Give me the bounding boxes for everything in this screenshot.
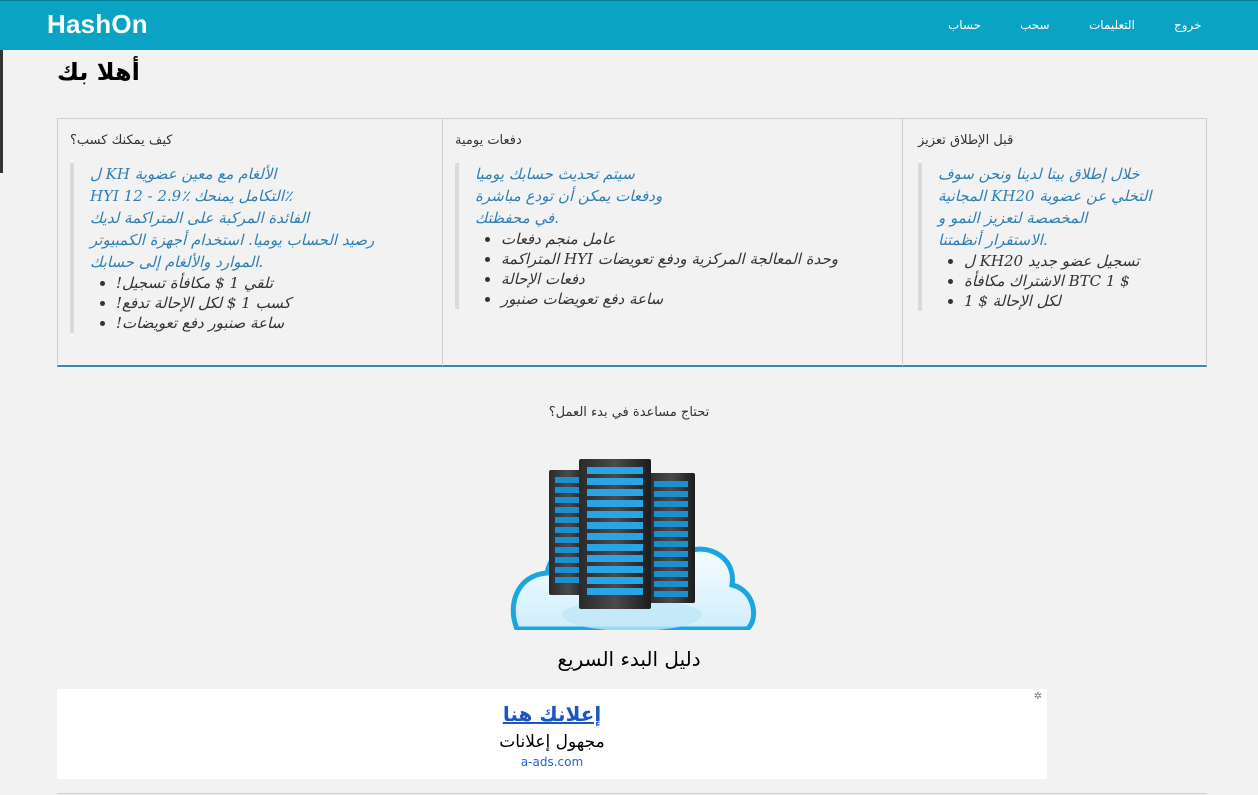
feature-panels: كيف يمكنك كسب؟ ل KH الألغام مع معين عضوي… <box>57 118 1207 367</box>
server-cloud-icon <box>510 459 757 632</box>
quick-start-guide-link[interactable]: دليل البدء السريع <box>0 647 1258 671</box>
panel-bullet-list: ل KHتسجيل عضو جديد 20 الاشتراك مكافأة BT… <box>938 251 1198 311</box>
ad-headline-link[interactable]: إعلانك هنا <box>57 702 1047 726</box>
panel-title: قبل الإطلاق تعزيز <box>918 133 1014 148</box>
list-item: المتراكمة HYI وحدة المعالجة المركزية ودف… <box>501 249 895 269</box>
nav-logout[interactable]: خروج <box>1174 18 1202 32</box>
help-text: تحتاج مساعدة في بدء العمل؟ <box>548 405 710 420</box>
quote-line: رصيد الحساب يوميا. استخدام أجهزة الكمبيو… <box>90 231 375 249</box>
panel-quote: ل KH الألغام مع معين عضوية HYI 12 - 2.9٪… <box>70 163 430 333</box>
top-navbar: HashOn خروج التعليمات سحب حساب <box>0 0 1258 50</box>
cloud-servers-illustration[interactable] <box>507 455 757 632</box>
list-item: !كسب 1 $ لكل الإحالة تدفع <box>116 293 430 313</box>
list-item: دفعات الإحالة <box>501 269 895 289</box>
quote-line: خلال إطلاق بيتا لدينا ونحن سوف <box>938 165 1140 183</box>
quote-line: في محفظتك. <box>475 209 559 227</box>
panel-pre-launch-boost: قبل الإطلاق تعزيز خلال إطلاق بيتا لدينا … <box>903 119 1206 366</box>
panel-title: دفعات يومية <box>455 133 522 148</box>
nav-instructions[interactable]: التعليمات <box>1089 18 1135 32</box>
ad-subline: مجهول إعلانات <box>499 732 605 752</box>
nav-account[interactable]: حساب <box>948 18 981 32</box>
list-item: ل KHتسجيل عضو جديد 20 <box>964 251 1198 271</box>
list-item: !ساعة صنبور دفع تعويضات <box>116 313 430 333</box>
panel-daily-payments: دفعات يومية سيتم تحديث حسابك يوميا ودفعا… <box>443 119 903 366</box>
list-item: الاشتراك مكافأة BTC 1 $ <box>964 271 1198 291</box>
ad-domain-link[interactable]: a-ads.com <box>57 755 1047 769</box>
quote-line: المجانية KHالتخلي عن عضوية 20 <box>938 187 1152 205</box>
panel-bullet-list: عامل منجم دفعات المتراكمة HYI وحدة المعا… <box>475 229 895 309</box>
panel-title: كيف يمكنك كسب؟ <box>70 133 173 148</box>
quote-line: الفائدة المركبة على المتراكمة لديك <box>90 209 310 227</box>
quote-line: المخصصة لتعزيز النمو و <box>938 209 1088 227</box>
list-item: ساعة دفع تعويضات صنبور <box>501 289 895 309</box>
panel-quote: خلال إطلاق بيتا لدينا ونحن سوف المجانية … <box>918 163 1198 311</box>
list-item: لكل الإحالة $ 1 <box>964 291 1198 311</box>
ad-banner[interactable]: ✲ إعلانك هنا مجهول إعلانات a-ads.com <box>57 689 1047 779</box>
quote-line: ودفعات يمكن أن تودع مباشرة <box>475 187 663 205</box>
quote-line: الموارد والألغام إلى حسابك. <box>90 253 264 271</box>
list-item: عامل منجم دفعات <box>501 229 895 249</box>
quote-line: HYI 12 - 2.9٪ التكامل يمنحك٪ <box>90 187 293 205</box>
divider <box>57 793 1207 794</box>
brand-logo-link[interactable]: HashOn <box>47 9 148 40</box>
panel-how-to-earn: كيف يمكنك كسب؟ ل KH الألغام مع معين عضوي… <box>58 119 443 366</box>
quote-line: الاستقرار أنظمتنا. <box>938 231 1048 249</box>
panel-quote: سيتم تحديث حسابك يوميا ودفعات يمكن أن تو… <box>455 163 895 309</box>
panel-bullet-list: !تلقي 1 $ مكافأة تسجيل !كسب 1 $ لكل الإح… <box>90 273 430 333</box>
nav-withdraw[interactable]: سحب <box>1020 18 1050 32</box>
quote-line: ل KH الألغام مع معين عضوية <box>90 165 277 183</box>
list-item: !تلقي 1 $ مكافأة تسجيل <box>116 273 430 293</box>
window-edge <box>0 50 3 173</box>
welcome-heading: أهلا بك <box>57 58 140 86</box>
quote-line: سيتم تحديث حسابك يوميا <box>475 165 635 183</box>
